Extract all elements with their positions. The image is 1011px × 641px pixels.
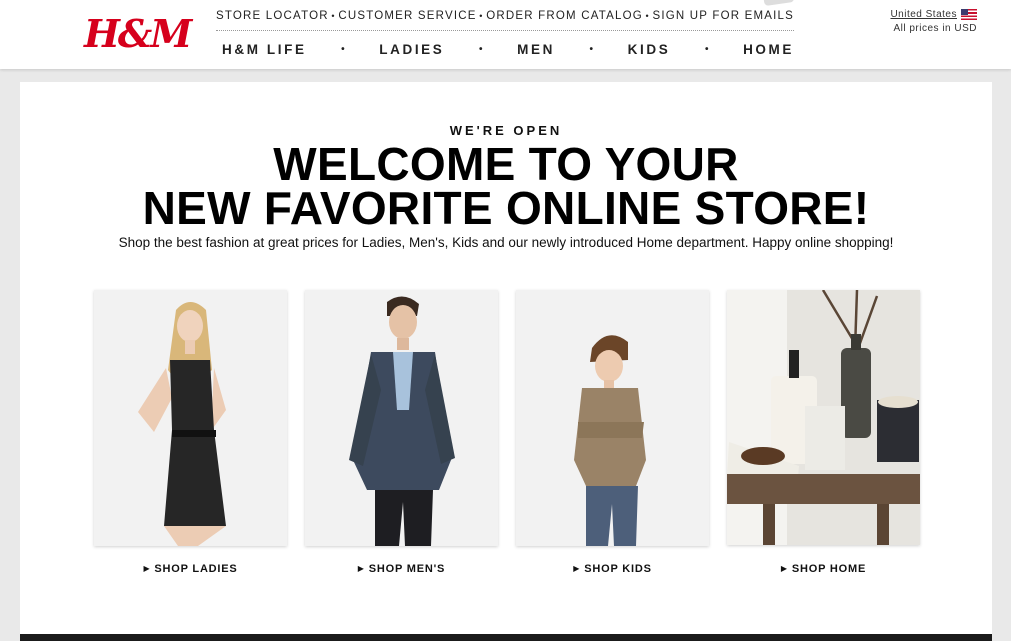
caret-right-icon: ▶	[573, 564, 581, 573]
shop-mens-label[interactable]: SHOP MEN'S	[369, 563, 445, 575]
nav-item-men[interactable]: MEN	[517, 42, 555, 57]
hm-logo[interactable]: H&M	[84, 14, 192, 54]
shop-home-link[interactable]: ▶ SHOP HOME	[727, 563, 920, 575]
caret-right-icon: ▶	[143, 564, 151, 573]
shop-kids-label[interactable]: SHOP KIDS	[584, 563, 652, 575]
mens-model-image[interactable]	[305, 290, 498, 546]
kids-model-image[interactable]	[516, 290, 709, 546]
us-flag-icon[interactable]	[961, 9, 977, 20]
shop-ladies-link[interactable]: ▶ SHOP LADIES	[94, 563, 287, 575]
site-header: H&M STORE LOCATOR • CUSTOMER SERVICE • O…	[0, 0, 1011, 69]
shop-kids-link[interactable]: ▶ SHOP KIDS	[516, 563, 709, 575]
locale-selector: United States All prices in USD	[890, 9, 977, 34]
sign-up-emails-link[interactable]: SIGN UP FOR EMAILS	[652, 10, 794, 22]
nav-item-hm-life[interactable]: H&M LIFE	[222, 42, 307, 57]
shop-ladies-label[interactable]: SHOP LADIES	[154, 563, 237, 575]
caret-right-icon: ▶	[780, 564, 788, 573]
store-locator-link[interactable]: STORE LOCATOR	[216, 10, 329, 22]
utility-links: STORE LOCATOR • CUSTOMER SERVICE • ORDER…	[216, 10, 794, 22]
caret-right-icon: ▶	[357, 564, 365, 573]
separator-dot: •	[331, 11, 336, 21]
order-from-catalog-link[interactable]: ORDER FROM CATALOG	[486, 10, 643, 22]
nav-item-home[interactable]: HOME	[743, 42, 794, 57]
customer-service-link[interactable]: CUSTOMER SERVICE	[338, 10, 476, 22]
ladies-model-image[interactable]	[94, 290, 287, 546]
country-selector[interactable]: United States	[890, 9, 977, 20]
shop-mens-link[interactable]: ▶ SHOP MEN'S	[305, 563, 498, 575]
separator-dot: •	[479, 11, 484, 21]
nav-separator: •	[341, 44, 345, 55]
main-nav: H&M LIFE • LADIES • MEN • KIDS • HOME	[222, 42, 794, 57]
nav-separator: •	[704, 44, 709, 55]
nav-separator: •	[479, 44, 483, 55]
shop-home-label[interactable]: SHOP HOME	[792, 563, 866, 575]
nav-item-ladies[interactable]: LADIES	[379, 42, 444, 57]
footer-bar	[20, 634, 992, 641]
content-panel: WE'RE OPEN WELCOME TO YOUR NEW FAVORITE …	[20, 82, 992, 641]
country-label[interactable]: United States	[890, 9, 957, 20]
prices-note: All prices in USD	[893, 23, 977, 34]
separator-dot: •	[645, 11, 650, 21]
nav-divider	[216, 30, 794, 31]
nav-item-kids[interactable]: KIDS	[628, 42, 671, 57]
nav-separator: •	[589, 44, 594, 55]
page-curl-decoration	[763, 0, 795, 7]
home-products-image[interactable]	[727, 290, 920, 545]
category-grid: ▶ SHOP LADIES ▶ SHOP MEN'S ▶ SHOP KIDS ▶ SHO…	[20, 82, 992, 641]
